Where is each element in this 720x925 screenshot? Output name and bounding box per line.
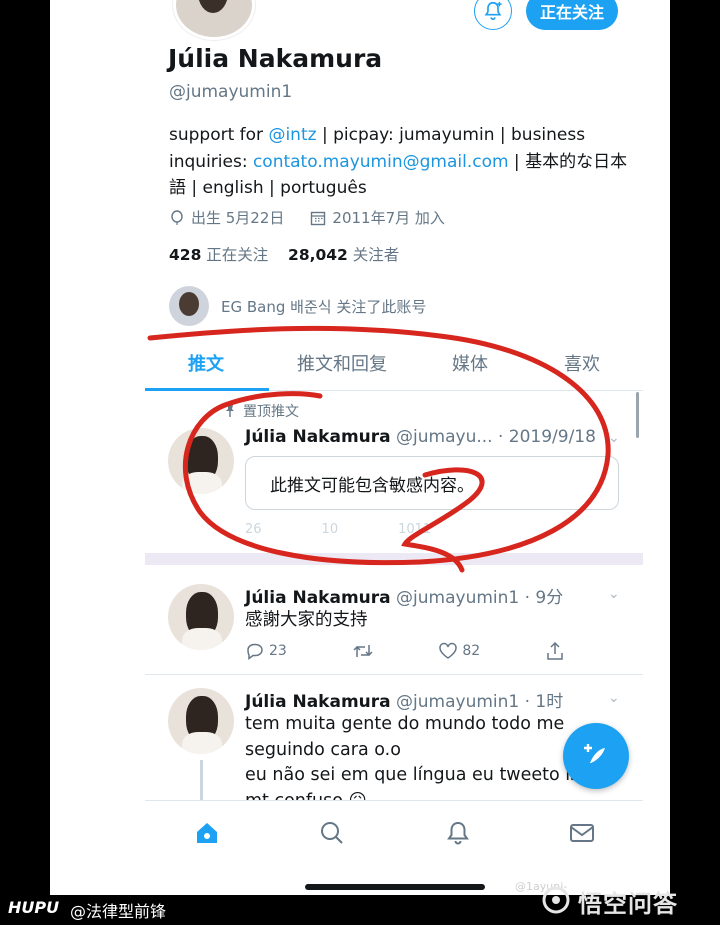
chevron-down-icon[interactable]: ⌄ — [608, 430, 620, 446]
active-tab-indicator — [145, 388, 269, 391]
tab-tweets-replies[interactable]: 推文和回复 — [297, 350, 387, 376]
profile-meta: 出生 5月22日 2011年7月 加入 — [169, 207, 445, 228]
wukong-qa-watermark: 悟空问答 — [578, 890, 678, 918]
nav-messages[interactable] — [568, 819, 596, 847]
tab-tweets[interactable]: 推文 — [188, 350, 224, 376]
profile-bio: support for @intz | picpay: jumayumin | … — [169, 122, 629, 202]
nav-notifications[interactable] — [444, 819, 472, 847]
tab-media[interactable]: 媒体 — [452, 350, 488, 376]
bio-text: support for — [169, 125, 269, 145]
followed-by-text: EG Bang 배준식 关注了此账号 — [221, 297, 427, 316]
phone-screen: 正在关注 Júlia Nakamura @jumayumin1 support … — [145, 0, 643, 895]
tweet-author-name[interactable]: Júlia Nakamura — [245, 427, 391, 447]
follow-stats: 428 正在关注 28,042 关注者 — [169, 243, 399, 265]
follower-avatar — [169, 286, 209, 326]
row-divider — [145, 674, 643, 675]
like-button[interactable]: 82 — [438, 641, 480, 661]
followed-by-row[interactable]: EG Bang 배준식 关注了此账号 — [169, 286, 426, 326]
reply-count[interactable]: 26 — [245, 522, 262, 537]
followers-count[interactable]: 28,042 — [288, 246, 348, 264]
right-margin — [640, 0, 670, 895]
share-icon — [547, 641, 563, 660]
pinned-tweet-actions: 26 10 1011 — [245, 522, 431, 537]
bottom-navigation — [145, 800, 643, 895]
retweet-icon — [353, 645, 373, 657]
following-count[interactable]: 428 — [169, 246, 201, 264]
pinned-label: 置顶推文 — [223, 401, 299, 421]
notifications-bell-button[interactable] — [474, 0, 512, 30]
tweet-header: Júlia Nakamura @jumayumin1 · 9分 — [245, 583, 563, 608]
like-count: 82 — [462, 643, 481, 659]
sensitive-content-notice[interactable]: 此推文可能包含敏感内容。 — [245, 456, 619, 510]
tab-likes[interactable]: 喜欢 — [564, 350, 600, 376]
tweet-avatar[interactable] — [168, 688, 234, 754]
tweet-header: Júlia Nakamura @jumayu... · 2019/9/18 — [245, 427, 596, 447]
tweet-author-name[interactable]: Júlia Nakamura — [245, 692, 391, 712]
tweet-avatar[interactable] — [168, 584, 234, 650]
followers-label[interactable]: 关注者 — [353, 246, 400, 264]
tweet-meta: @jumayumin1 · 9分 — [396, 588, 564, 608]
retweet-button[interactable] — [352, 641, 374, 661]
reply-icon — [247, 643, 263, 660]
thread-line — [200, 760, 203, 800]
tweet-text: 感謝大家的支持 — [245, 610, 368, 630]
feather-plus-icon — [584, 744, 605, 763]
section-divider — [145, 553, 643, 565]
nav-home[interactable] — [193, 819, 221, 847]
hupu-user: @法律型前锋 — [70, 902, 167, 921]
nav-search[interactable] — [318, 819, 346, 847]
bell-plus-icon — [484, 1, 502, 21]
profile-tabs: 推文 推文和回复 媒体 喜欢 — [145, 338, 643, 391]
tweet-meta: @jumayumin1 · 1时 — [396, 692, 564, 712]
chevron-down-icon[interactable]: ⌄ — [608, 690, 620, 706]
reply-count: 23 — [269, 643, 287, 659]
pin-icon — [226, 405, 234, 417]
pinned-text: 置顶推文 — [243, 404, 299, 420]
left-margin — [50, 0, 145, 895]
profile-avatar[interactable] — [173, 0, 255, 40]
search-icon — [321, 822, 343, 844]
share-button[interactable] — [545, 641, 565, 661]
scrollbar[interactable] — [636, 392, 639, 438]
heart-icon — [439, 642, 458, 659]
wukong-logo-icon — [542, 886, 570, 914]
like-count[interactable]: 1011 — [398, 522, 431, 537]
tweet-actions: 23 82 — [245, 641, 565, 661]
mail-icon — [570, 824, 594, 842]
compose-tweet-button[interactable] — [563, 723, 629, 789]
home-indicator — [305, 884, 485, 890]
tweet-header: Júlia Nakamura @jumayumin1 · 1时 — [245, 687, 563, 712]
bio-link-intz[interactable]: @intz — [268, 125, 316, 145]
calendar-icon — [311, 211, 326, 225]
profile-name: Júlia Nakamura — [168, 44, 383, 73]
joined-text: 2011年7月 加入 — [332, 209, 445, 227]
home-icon — [197, 823, 217, 843]
reply-button[interactable]: 23 — [245, 641, 287, 661]
tweet-author-name[interactable]: Júlia Nakamura — [245, 588, 391, 608]
birthday-text: 出生 5月22日 — [191, 209, 285, 227]
following-label[interactable]: 正在关注 — [206, 246, 268, 264]
following-button[interactable]: 正在关注 — [526, 0, 618, 30]
bio-link-email[interactable]: contato.mayumin@gmail.com — [253, 152, 509, 172]
profile-handle: @jumayumin1 — [169, 82, 293, 102]
hupu-logo: HUPU — [8, 898, 60, 917]
tweet-avatar[interactable] — [168, 428, 234, 494]
tweet-meta: @jumayu... · 2019/9/18 — [396, 427, 596, 447]
bell-icon — [447, 821, 469, 845]
balloon-icon — [171, 209, 183, 225]
retweet-count[interactable]: 10 — [322, 522, 339, 537]
chevron-down-icon[interactable]: ⌄ — [608, 586, 620, 602]
